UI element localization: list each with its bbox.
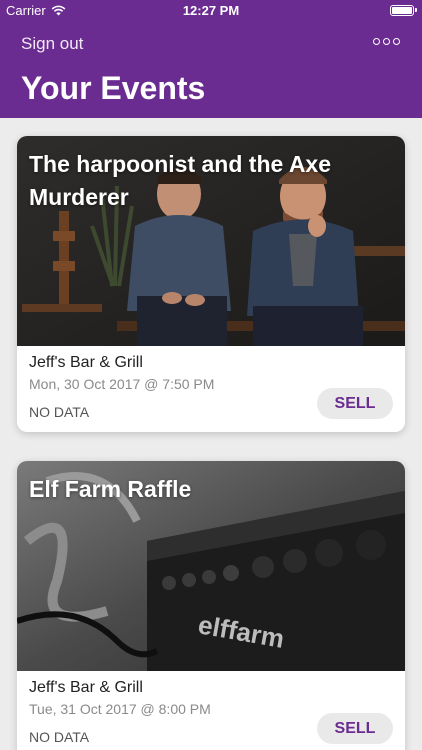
status-bar: Carrier 12:27 PM <box>0 0 422 22</box>
event-photo: elffarm Elf Farm Raffle <box>17 461 405 671</box>
clock: 12:27 PM <box>182 3 240 18</box>
sign-out-button[interactable]: Sign out <box>21 34 83 54</box>
nav-header: Sign out Your Events <box>0 22 422 118</box>
event-details: Jeff's Bar & Grill Mon, 30 Oct 2017 @ 7:… <box>17 346 405 432</box>
battery-icon <box>390 5 417 16</box>
event-title: The harpoonist and the Axe Murderer <box>29 151 332 210</box>
sell-button[interactable]: SELL <box>317 713 393 744</box>
more-options-icon[interactable] <box>373 38 400 45</box>
event-status: NO DATA <box>29 729 90 745</box>
event-date: Tue, 31 Oct 2017 @ 8:00 PM <box>29 701 211 717</box>
event-card[interactable]: elffarm Elf Farm Raffle Jeff's Bar & Gri… <box>17 461 405 750</box>
event-date: Mon, 30 Oct 2017 @ 7:50 PM <box>29 376 215 392</box>
event-photo: The harpoonist and the Axe Murderer <box>17 136 405 346</box>
event-card[interactable]: The harpoonist and the Axe Murderer Jeff… <box>17 136 405 432</box>
event-venue: Jeff's Bar & Grill <box>29 679 143 696</box>
event-list[interactable]: The harpoonist and the Axe Murderer Jeff… <box>0 118 422 750</box>
event-details: Jeff's Bar & Grill Tue, 31 Oct 2017 @ 8:… <box>17 671 405 750</box>
page-title: Your Events <box>21 70 206 106</box>
event-status: NO DATA <box>29 404 90 420</box>
sell-button[interactable]: SELL <box>317 388 393 419</box>
event-venue: Jeff's Bar & Grill <box>29 354 143 371</box>
event-title: Elf Farm Raffle <box>29 476 192 502</box>
